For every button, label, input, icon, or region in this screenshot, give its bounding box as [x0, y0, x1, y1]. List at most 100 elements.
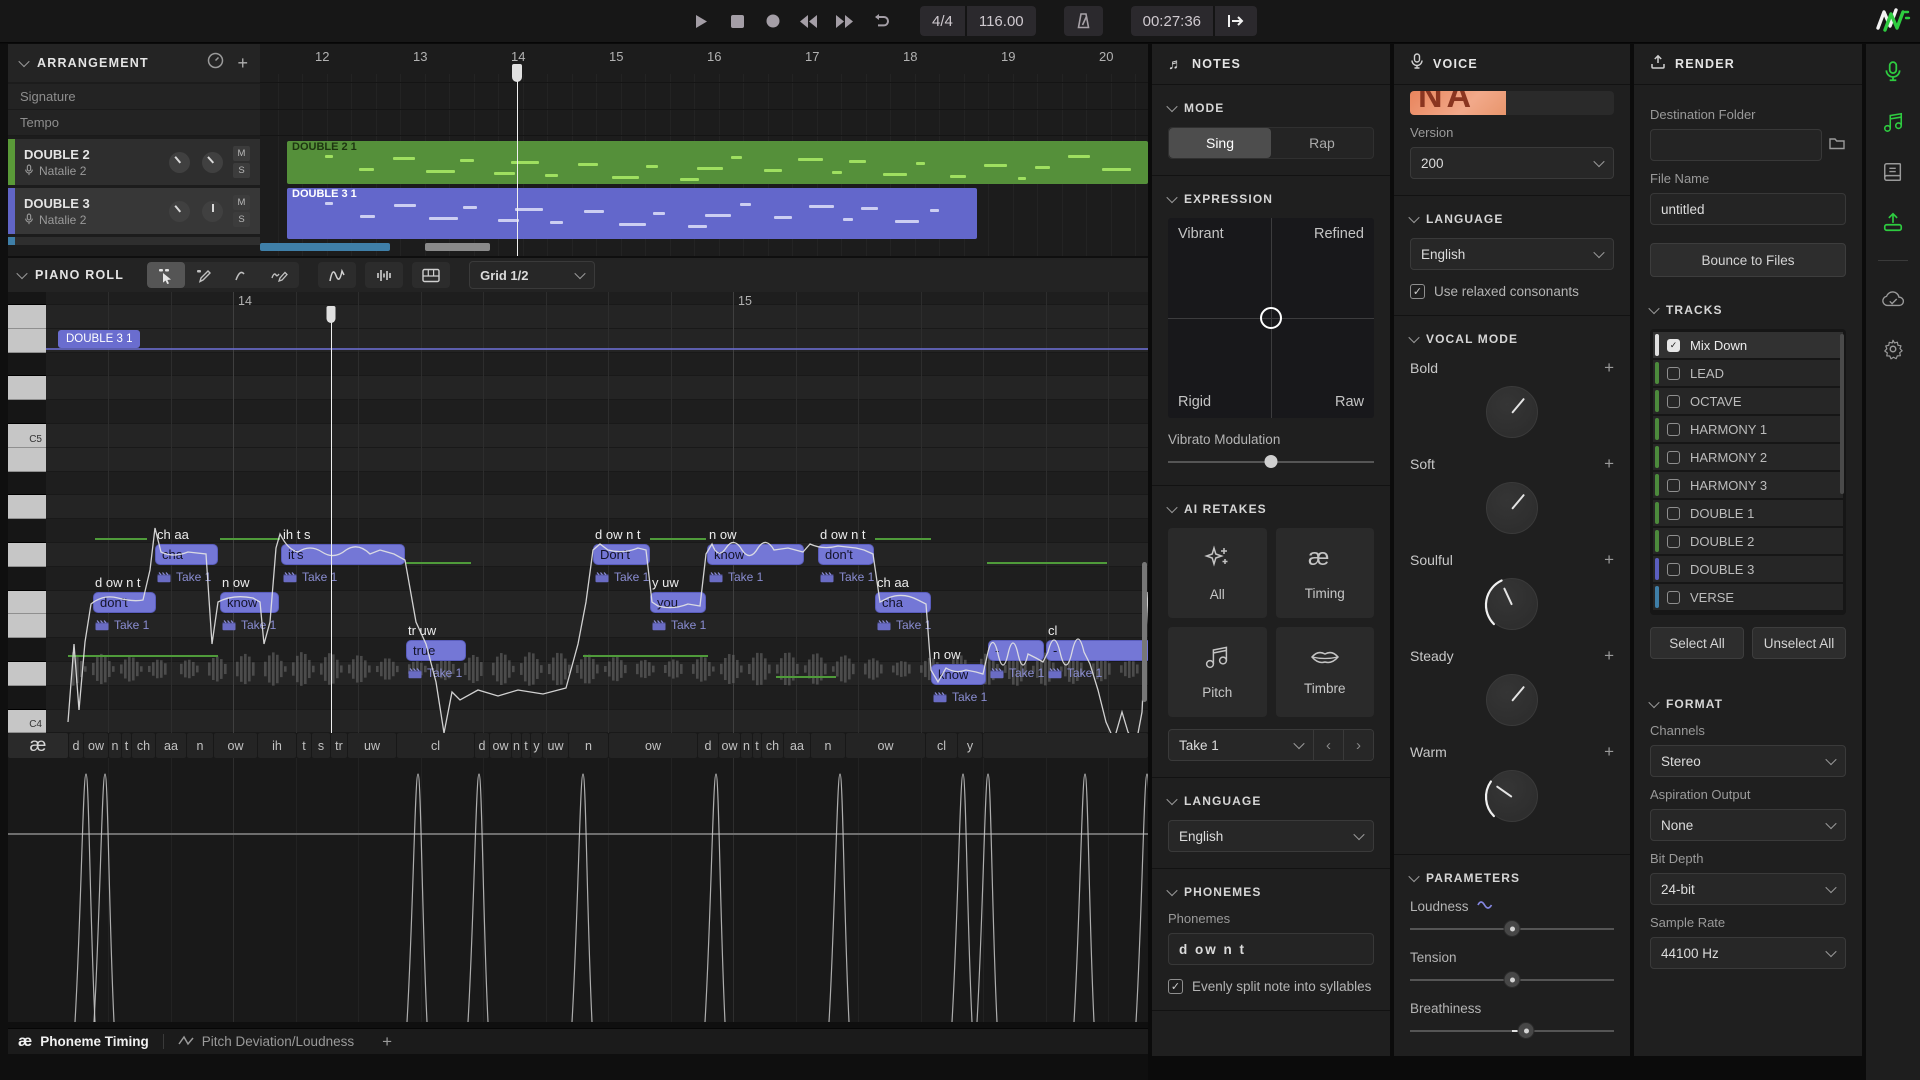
phoneme-segment[interactable]: ow — [84, 733, 108, 758]
collapse-tracks-icon[interactable] — [1648, 303, 1659, 314]
piano-key[interactable]: C5 — [8, 424, 46, 448]
render-track-checkbox[interactable] — [1667, 535, 1680, 548]
record-button[interactable] — [762, 10, 784, 32]
clip-double-3-1[interactable]: DOUBLE 3 1 — [287, 188, 977, 239]
note-take-badge[interactable]: Take 1 — [408, 666, 462, 680]
piano-key[interactable] — [8, 495, 46, 519]
clip-partial[interactable] — [260, 243, 390, 251]
curve-tool-button[interactable] — [223, 262, 261, 288]
phonemes-input[interactable]: d ow n t — [1168, 933, 1374, 965]
render-track-verse[interactable]: VERSE — [1653, 584, 1843, 610]
tempo-track-icon[interactable] — [207, 52, 224, 74]
piano-roll-canvas[interactable]: 1415DOUBLE 3 1d ow n tdon'tTake 1ch aach… — [8, 292, 1148, 733]
relaxed-consonants-row[interactable]: ✓ Use relaxed consonants — [1410, 284, 1614, 299]
relaxed-consonants-checkbox[interactable]: ✓ — [1410, 284, 1425, 299]
render-track-lead[interactable]: LEAD — [1653, 360, 1843, 386]
previous-take-button[interactable]: ‹ — [1314, 730, 1344, 760]
parameter-slider-loudness[interactable] — [1410, 922, 1614, 936]
phoneme-timing-editor[interactable] — [8, 758, 1148, 1022]
format-field-dropdown[interactable]: Stereo — [1650, 745, 1846, 777]
render-track-double-1[interactable]: DOUBLE 1 — [1653, 500, 1843, 526]
track-volume-knob[interactable] — [169, 201, 190, 222]
render-track-harmony-1[interactable]: HARMONY 1 — [1653, 416, 1843, 442]
note-take-badge[interactable]: Take 1 — [709, 570, 763, 584]
evenly-split-checkbox[interactable]: ✓ — [1168, 979, 1183, 994]
note-cha[interactable]: cha — [875, 592, 931, 613]
phoneme-segment[interactable]: n — [811, 733, 845, 758]
file-name-input[interactable]: untitled — [1650, 193, 1846, 225]
piano-key[interactable] — [8, 329, 46, 353]
phoneme-segment[interactable]: y — [531, 733, 542, 758]
add-vocal-mode-icon[interactable]: + — [1604, 646, 1614, 666]
note-take-badge[interactable]: Take 1 — [283, 570, 337, 584]
tempo-value[interactable]: 116.00 — [967, 6, 1036, 36]
phoneme-segment[interactable]: uw — [348, 733, 396, 758]
retake-tile-timbre[interactable]: Timbre — [1276, 627, 1375, 717]
collapse-language-icon[interactable] — [1166, 794, 1177, 805]
collapse-mode-icon[interactable] — [1166, 101, 1177, 112]
automation-wave-icon[interactable] — [1477, 899, 1493, 914]
collapse-piano-roll-icon[interactable] — [16, 268, 27, 279]
parameter-slider-tension[interactable] — [1410, 973, 1614, 987]
render-track-checkbox[interactable] — [1667, 423, 1680, 436]
mode-option-sing[interactable]: Sing — [1169, 128, 1271, 158]
clip-double-2-1[interactable]: DOUBLE 2 1 — [287, 141, 1148, 184]
note-know[interactable]: know — [931, 664, 986, 685]
phoneme-segment[interactable]: ow — [846, 733, 925, 758]
vocal-mode-knob-bold[interactable] — [1486, 386, 1538, 438]
phoneme-segment[interactable]: aa — [156, 733, 186, 758]
music-library-icon[interactable] — [1881, 110, 1905, 134]
phoneme-segment[interactable]: tr — [331, 733, 347, 758]
phoneme-segment[interactable]: cl — [926, 733, 957, 758]
render-track-checkbox[interactable] — [1667, 591, 1680, 604]
arrangement-playhead-handle[interactable] — [512, 64, 522, 82]
metronome-toggle[interactable] — [1064, 6, 1103, 36]
piano-scrollbar[interactable] — [1142, 562, 1147, 702]
phoneme-segment[interactable]: y — [958, 733, 982, 758]
collapse-format-icon[interactable] — [1648, 697, 1659, 708]
piano-key[interactable] — [8, 305, 46, 329]
phoneme-segment[interactable]: ow — [719, 733, 740, 758]
retake-tile-all[interactable]: All — [1168, 528, 1267, 618]
add-vocal-mode-icon[interactable]: + — [1604, 454, 1614, 474]
note-know[interactable]: know — [220, 592, 279, 613]
note-take-badge[interactable]: Take 1 — [595, 570, 649, 584]
add-vocal-mode-icon[interactable]: + — [1604, 550, 1614, 570]
note-take-badge[interactable]: Take 1 — [95, 618, 149, 632]
piano-playhead-handle[interactable] — [327, 306, 336, 323]
voice-version-dropdown[interactable]: 200 — [1410, 147, 1614, 179]
note-you[interactable]: you — [650, 592, 706, 613]
arrangement-row-tempo[interactable]: Tempo — [8, 110, 260, 136]
select-tool-button[interactable] — [147, 262, 185, 288]
phoneme-segment[interactable]: ih — [258, 733, 296, 758]
render-track-mix-down[interactable]: ✓ Mix Down — [1653, 332, 1843, 358]
stop-button[interactable] — [726, 10, 748, 32]
render-track-harmony-3[interactable]: HARMONY 3 — [1653, 472, 1843, 498]
note-take-badge[interactable]: Take 1 — [1048, 666, 1102, 680]
piano-key[interactable] — [8, 353, 46, 377]
vocal-mode-knob-soulful[interactable] — [1486, 578, 1538, 630]
arrangement-track-double-2[interactable]: DOUBLE 2 Natalie 2 M S — [8, 139, 260, 185]
retake-tile-pitch[interactable]: Pitch — [1168, 627, 1267, 717]
record-voice-icon[interactable] — [1881, 60, 1905, 84]
render-track-checkbox[interactable] — [1667, 563, 1680, 576]
phoneme-segment[interactable]: t — [122, 733, 131, 758]
piano-key[interactable] — [8, 472, 46, 496]
arrangement-playhead[interactable] — [517, 74, 518, 256]
dictionary-icon[interactable] — [1881, 160, 1905, 184]
play-button[interactable] — [690, 10, 712, 32]
add-track-icon[interactable]: + — [237, 53, 248, 74]
render-track-checkbox[interactable] — [1667, 479, 1680, 492]
render-track-checkbox[interactable] — [1667, 451, 1680, 464]
clip-partial[interactable] — [425, 243, 490, 251]
piano-playhead[interactable] — [331, 314, 332, 733]
piano-key[interactable] — [8, 638, 46, 662]
track-volume-knob[interactable] — [169, 152, 190, 173]
piano-key[interactable] — [8, 662, 46, 686]
note-dash[interactable]: - — [1046, 640, 1148, 661]
phoneme-segment[interactable]: t — [297, 733, 311, 758]
note-know[interactable]: know — [707, 544, 804, 565]
piano-key[interactable] — [8, 376, 46, 400]
phoneme-segment[interactable]: ow — [609, 733, 697, 758]
tab-pitch-deviation-loudness[interactable]: Pitch Deviation/Loudness — [178, 1034, 354, 1049]
